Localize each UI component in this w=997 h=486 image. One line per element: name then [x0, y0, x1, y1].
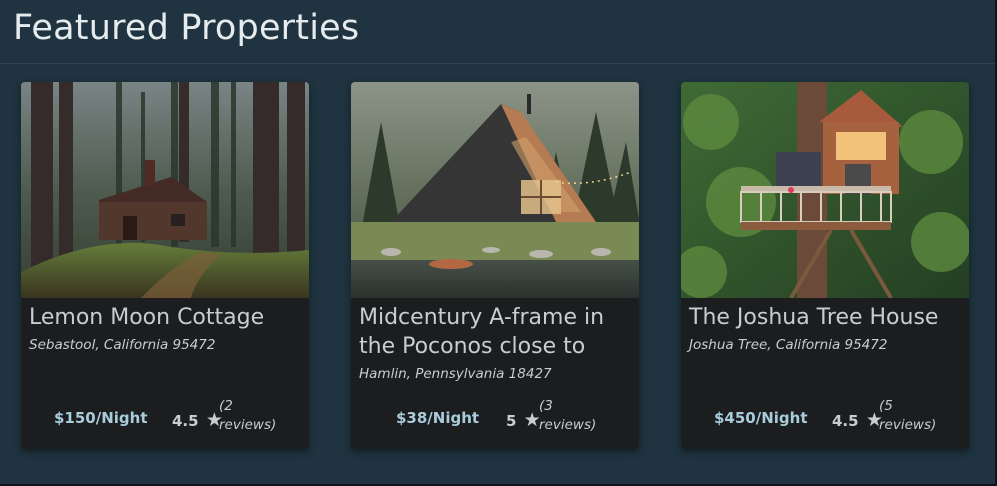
review-count-open: (5: [879, 398, 893, 414]
review-count-label: reviews): [539, 417, 597, 433]
rating-value: 4.5: [172, 412, 199, 430]
property-rating: 5 ★: [506, 409, 541, 431]
property-location: Joshua Tree, California 95472: [689, 337, 888, 353]
property-price: $38/Night: [396, 409, 480, 427]
property-title[interactable]: Midcentury A-frame in the Poconos close …: [351, 298, 639, 361]
property-footer: $38/Night 5 ★ (3 reviews): [351, 397, 639, 441]
page-title: Featured Properties: [13, 8, 360, 48]
page: Featured Properties Lemon Moon Cottage S…: [0, 0, 997, 486]
property-card[interactable]: The Joshua Tree House Joshua Tree, Calif…: [681, 82, 969, 449]
review-count: (2 reviews): [219, 397, 299, 435]
property-title[interactable]: The Joshua Tree House: [681, 298, 969, 332]
property-image[interactable]: [351, 82, 639, 298]
property-rating: 4.5 ★: [172, 409, 223, 431]
property-card[interactable]: Midcentury A-frame in the Poconos close …: [351, 82, 639, 449]
property-card[interactable]: Lemon Moon Cottage Sebastool, California…: [21, 82, 309, 449]
property-location: Sebastool, California 95472: [29, 337, 216, 353]
review-count: (3 reviews): [539, 397, 619, 435]
property-image[interactable]: [21, 82, 309, 298]
review-count-label: reviews): [219, 417, 277, 433]
property-rating: 4.5 ★: [832, 409, 883, 431]
property-title[interactable]: Lemon Moon Cottage: [21, 298, 309, 332]
property-location: Hamlin, Pennsylvania 18427: [359, 366, 552, 382]
property-price: $150/Night: [54, 409, 148, 427]
review-count-label: reviews): [879, 417, 937, 433]
page-header: Featured Properties: [0, 0, 995, 64]
property-price: $450/Night: [714, 409, 808, 427]
review-count: (5 reviews): [879, 397, 959, 435]
review-count-open: (2: [219, 398, 233, 414]
property-footer: $450/Night 4.5 ★ (5 reviews): [681, 397, 969, 441]
rating-value: 4.5: [832, 412, 859, 430]
review-count-open: (3: [539, 398, 553, 414]
rating-value: 5: [506, 412, 517, 430]
property-image[interactable]: [681, 82, 969, 298]
property-footer: $150/Night 4.5 ★ (2 reviews): [21, 397, 309, 441]
